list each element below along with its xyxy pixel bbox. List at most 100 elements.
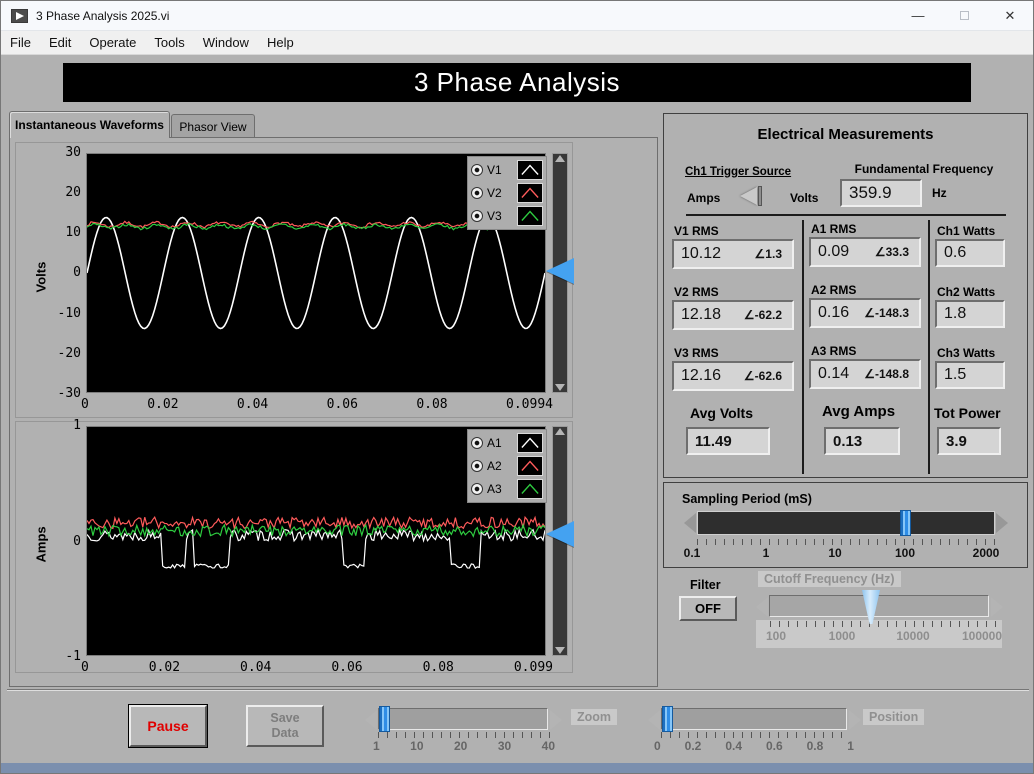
legend-item-v2[interactable]: V2 (471, 182, 543, 204)
v3-radio-icon[interactable] (471, 210, 483, 222)
divider (802, 220, 804, 474)
menu-window[interactable]: Window (194, 35, 258, 50)
maximize-icon (959, 11, 969, 20)
tick-label: 100 (765, 629, 787, 643)
v-trigger-level-cursor[interactable] (546, 258, 574, 284)
sampling-tick-marks (697, 539, 995, 545)
zoom-slider[interactable] (378, 708, 548, 730)
menu-tools[interactable]: Tools (145, 35, 193, 50)
a2-radio-icon[interactable] (471, 460, 483, 472)
ch3-watts-label: Ch3 Watts (937, 346, 996, 360)
v1-radio-icon[interactable] (471, 164, 483, 176)
a2-line-sample-icon (517, 456, 543, 476)
slider-left-arrow-icon[interactable] (365, 710, 377, 730)
sampling-period-panel: Sampling Period (mS) 0.1 1 10 100 2000 (663, 482, 1028, 568)
zoom-tick-labels: 1 10 20 30 40 (373, 739, 555, 753)
scroll-up-icon[interactable] (555, 155, 565, 162)
menu-operate[interactable]: Operate (80, 35, 145, 50)
slider-left-arrow-icon[interactable] (756, 597, 768, 617)
slider-right-arrow-icon[interactable] (849, 710, 861, 730)
save-data-button[interactable]: Save Data (246, 705, 324, 747)
position-slider[interactable] (661, 708, 847, 730)
pause-button[interactable]: Pause (129, 705, 207, 747)
window-bottom-scrollbar[interactable] (1, 763, 1033, 773)
ch1-trigger-source-toggle[interactable] (736, 186, 786, 206)
position-slider-handle[interactable] (662, 706, 673, 732)
filter-button[interactable]: OFF (679, 596, 737, 621)
zoom-label: Zoom (571, 709, 618, 725)
scroll-down-icon[interactable] (555, 647, 565, 654)
a3-radio-icon[interactable] (471, 483, 483, 495)
amps-legend: A1 A2 A3 (467, 429, 547, 503)
electrical-measurements-panel: Electrical Measurements Ch1 Trigger Sour… (663, 113, 1028, 478)
minimize-button[interactable]: — (895, 1, 941, 30)
position-label: Position (863, 709, 925, 725)
cutoff-frequency-label: Cutoff Frequency (Hz) (758, 571, 901, 587)
menu-edit[interactable]: Edit (40, 35, 80, 50)
tab-instantaneous-waveforms[interactable]: Instantaneous Waveforms (9, 111, 170, 138)
amps-yticks: 1 0 -1 (65, 418, 81, 664)
i-trigger-level-cursor[interactable] (546, 521, 574, 547)
toggle-pointer-icon[interactable] (740, 187, 757, 205)
volts-xticks: 0 0.02 0.04 0.06 0.08 0.0994 (81, 397, 553, 412)
v3-rms-value: 12.16 ∠-62.6 (672, 361, 794, 391)
avg-amps-label: Avg Amps (822, 403, 896, 420)
v3-line-sample-icon (517, 206, 543, 226)
tab-phasor-view[interactable]: Phasor View (171, 114, 255, 138)
v1-line-sample-icon (517, 160, 543, 180)
sampling-period-label: Sampling Period (mS) (682, 492, 812, 506)
a2-rms-label: A2 RMS (811, 283, 857, 297)
slider-left-arrow-icon[interactable] (684, 513, 696, 533)
ch1-watts-value: 0.6 (935, 239, 1005, 267)
menu-help[interactable]: Help (258, 35, 303, 50)
zoom-slider-handle[interactable] (379, 706, 390, 732)
sampling-period-slider[interactable] (697, 511, 995, 535)
tick-label: 1 (762, 546, 770, 560)
a2-rms-value: 0.16 ∠-148.3 (809, 298, 921, 328)
maximize-button (941, 1, 987, 30)
amps-xticks: 0 0.02 0.04 0.06 0.08 0.099 (81, 660, 553, 675)
ch1-watts-label: Ch1 Watts (937, 224, 996, 238)
cutoff-frequency-slider[interactable] (769, 595, 989, 617)
legend-item-v3[interactable]: V3 (471, 205, 543, 227)
cutoff-scale-strip: 100 1000 10000 100000 (756, 620, 1002, 648)
menu-file[interactable]: File (1, 35, 40, 50)
ch3-watts-value: 1.5 (935, 361, 1005, 389)
v2-line-sample-icon (517, 183, 543, 203)
v1-rms-value: 10.12 ∠1.3 (672, 239, 794, 269)
slider-right-arrow-icon[interactable] (550, 710, 562, 730)
a1-radio-icon[interactable] (471, 437, 483, 449)
legend-item-v1[interactable]: V1 (471, 159, 543, 181)
tick-label: 100 (894, 546, 916, 560)
tot-power-value: 3.9 (937, 427, 1001, 455)
sampling-period-handle[interactable] (900, 510, 911, 536)
cutoff-tick-marks (770, 621, 996, 627)
tick-label: 100000 (961, 629, 1003, 643)
ch2-watts-label: Ch2 Watts (937, 285, 996, 299)
title-bar: 3 Phase Analysis 2025.vi — ✕ (1, 1, 1033, 31)
slider-right-arrow-icon[interactable] (996, 513, 1008, 533)
position-tick-labels: 0 0.2 0.4 0.6 0.8 1 (654, 739, 854, 753)
v2-radio-icon[interactable] (471, 187, 483, 199)
divider (686, 214, 1006, 216)
legend-item-a2[interactable]: A2 (471, 455, 543, 477)
scroll-down-icon[interactable] (555, 384, 565, 391)
scroll-up-icon[interactable] (555, 428, 565, 435)
slider-right-arrow-icon[interactable] (991, 597, 1003, 617)
filter-label: Filter (690, 578, 721, 592)
tot-power-label: Tot Power (934, 405, 1001, 421)
a3-rms-label: A3 RMS (811, 344, 857, 358)
fundamental-frequency-value: 359.9 (840, 179, 922, 207)
slider-left-arrow-icon[interactable] (648, 710, 660, 730)
avg-volts-value: 11.49 (686, 427, 770, 455)
banner: 3 Phase Analysis (63, 63, 971, 102)
trigger-amps-label: Amps (687, 191, 721, 205)
a1-line-sample-icon (517, 433, 543, 453)
a3-line-sample-icon (517, 479, 543, 499)
legend-item-a3[interactable]: A3 (471, 478, 543, 500)
legend-item-a1[interactable]: A1 (471, 432, 543, 454)
close-button[interactable]: ✕ (987, 1, 1033, 30)
toggle-bar-icon (758, 186, 762, 206)
v1-rms-label: V1 RMS (674, 224, 719, 238)
tick-label: 1000 (828, 629, 856, 643)
